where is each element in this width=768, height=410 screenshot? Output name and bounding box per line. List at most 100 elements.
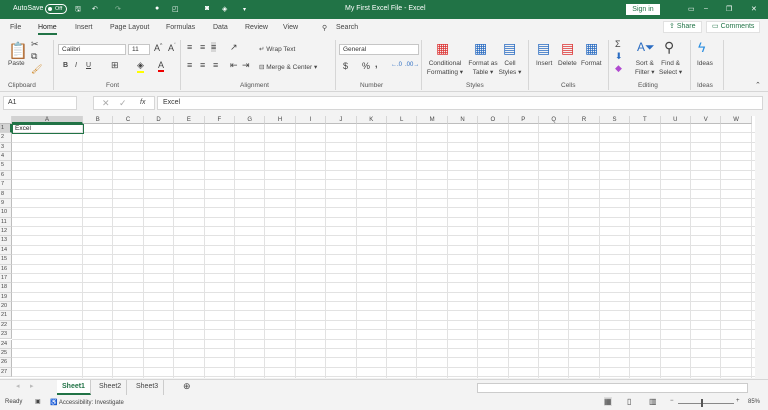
row-header-2[interactable]: 2 bbox=[0, 133, 12, 143]
align-top-icon[interactable]: ≡ bbox=[187, 42, 192, 52]
increase-indent-icon[interactable]: ⇥ bbox=[242, 60, 250, 71]
format-painter-icon[interactable]: 🖌 bbox=[31, 64, 42, 75]
copy-icon[interactable]: ⧉ bbox=[31, 51, 37, 62]
row-header-10[interactable]: 10 bbox=[0, 208, 12, 218]
row-header-25[interactable]: 25 bbox=[0, 348, 12, 359]
column-header-A[interactable]: A bbox=[12, 116, 83, 124]
number-format-select[interactable]: General bbox=[339, 44, 419, 55]
row-header-17[interactable]: 17 bbox=[0, 273, 12, 284]
column-header-F[interactable]: F bbox=[204, 116, 235, 124]
enter-icon[interactable]: ✓ bbox=[119, 98, 127, 109]
page-layout-view-icon[interactable]: ▯ bbox=[627, 397, 631, 406]
zoom-out-button[interactable]: − bbox=[670, 398, 674, 404]
column-header-E[interactable]: E bbox=[174, 116, 205, 124]
search-icon[interactable]: ⚲ bbox=[322, 24, 327, 32]
delete-cells-icon[interactable]: ▤ bbox=[561, 40, 574, 57]
name-box[interactable]: A1 bbox=[3, 96, 77, 110]
tab-data[interactable]: Data bbox=[213, 24, 228, 31]
column-header-B[interactable]: B bbox=[83, 116, 114, 124]
restore-icon[interactable]: ❐ bbox=[726, 5, 732, 13]
row-header-6[interactable]: 6 bbox=[0, 170, 12, 181]
shapes-icon[interactable]: ◰ bbox=[172, 5, 179, 13]
column-header-L[interactable]: L bbox=[387, 116, 418, 124]
row-header-19[interactable]: 19 bbox=[0, 292, 12, 303]
tab-review[interactable]: Review bbox=[245, 24, 268, 31]
fill-color-icon[interactable]: ◈ bbox=[137, 60, 144, 73]
decrease-font-icon[interactable]: Aˇ bbox=[168, 43, 176, 53]
row-header-4[interactable]: 4 bbox=[0, 152, 12, 162]
row-header-24[interactable]: 24 bbox=[0, 339, 12, 349]
customize-qat-icon[interactable]: ▾ bbox=[243, 6, 246, 13]
row-header-27[interactable]: 27 bbox=[0, 367, 12, 377]
page-break-view-icon[interactable]: ▥ bbox=[649, 397, 657, 406]
row-header-9[interactable]: 9 bbox=[0, 198, 12, 209]
record-icon[interactable]: ● bbox=[155, 5, 159, 12]
sign-in-button[interactable]: Sign in bbox=[626, 4, 660, 15]
percent-button[interactable]: % bbox=[362, 61, 370, 71]
column-header-G[interactable]: G bbox=[235, 116, 266, 124]
paste-button[interactable]: Paste bbox=[8, 59, 25, 68]
column-header-Q[interactable]: Q bbox=[539, 116, 570, 124]
column-header-D[interactable]: D bbox=[143, 116, 175, 124]
column-header-W[interactable]: W bbox=[721, 116, 752, 124]
fill-color-icon[interactable]: ◈ bbox=[222, 5, 227, 13]
column-header-V[interactable]: V bbox=[691, 116, 722, 124]
prev-sheet-icon[interactable]: ◂ bbox=[16, 382, 20, 390]
align-center-icon[interactable]: ≡ bbox=[200, 60, 205, 70]
zoom-slider-thumb[interactable] bbox=[701, 399, 703, 407]
redo-icon[interactable]: ↷ bbox=[115, 5, 121, 13]
italic-button[interactable]: I bbox=[75, 62, 77, 69]
column-header-K[interactable]: K bbox=[356, 116, 387, 124]
borders-icon[interactable]: ⊞ bbox=[111, 60, 119, 71]
zoom-level[interactable]: 85% bbox=[748, 399, 760, 405]
ideas-icon[interactable]: ϟ bbox=[698, 39, 705, 55]
insert-cells-button[interactable]: Insert bbox=[536, 59, 552, 68]
tab-insert[interactable]: Insert bbox=[75, 24, 93, 31]
column-header-S[interactable]: S bbox=[599, 116, 631, 124]
format-as-table-icon[interactable]: ▦ bbox=[474, 40, 487, 57]
decrease-indent-icon[interactable]: ⇤ bbox=[230, 60, 238, 71]
wrap-text-button[interactable]: ↵ Wrap Text bbox=[259, 45, 295, 54]
ribbon-display-icon[interactable]: ▭ bbox=[688, 5, 695, 13]
row-header-1[interactable]: 1 bbox=[0, 124, 12, 134]
add-sheet-icon[interactable]: ⊕ bbox=[183, 381, 191, 392]
row-header-18[interactable]: 18 bbox=[0, 283, 12, 293]
row-header-16[interactable]: 16 bbox=[0, 264, 12, 274]
bold-button[interactable]: B bbox=[63, 62, 68, 69]
zoom-slider[interactable] bbox=[678, 403, 734, 404]
row-header-21[interactable]: 21 bbox=[0, 311, 12, 321]
row-header-22[interactable]: 22 bbox=[0, 320, 12, 331]
sort-filter-button[interactable]: Sort & Filter ▾ bbox=[635, 59, 655, 77]
conditional-formatting-icon[interactable]: ▦ bbox=[436, 40, 449, 57]
row-header-12[interactable]: 12 bbox=[0, 227, 12, 237]
column-header-U[interactable]: U bbox=[660, 116, 691, 124]
tab-view[interactable]: View bbox=[283, 24, 298, 31]
align-middle-icon[interactable]: ≡ bbox=[200, 42, 205, 52]
paste-icon[interactable]: 📋 bbox=[8, 41, 28, 61]
save-icon[interactable]: 🖫 bbox=[75, 5, 81, 16]
column-header-M[interactable]: M bbox=[417, 116, 448, 124]
column-header-J[interactable]: J bbox=[326, 116, 357, 124]
column-header-I[interactable]: I bbox=[295, 116, 327, 124]
font-name-select[interactable]: Calibri bbox=[58, 44, 126, 55]
decrease-decimal-icon[interactable]: .00→ bbox=[405, 62, 419, 68]
cell-A1[interactable]: Excel bbox=[12, 124, 84, 135]
column-header-N[interactable]: N bbox=[447, 116, 479, 124]
select-all-button[interactable] bbox=[0, 116, 12, 124]
fill-icon[interactable]: ⬇ bbox=[615, 51, 623, 62]
row-header-8[interactable]: 8 bbox=[0, 189, 12, 199]
collapse-ribbon-icon[interactable]: ⌃ bbox=[755, 81, 761, 89]
row-header-5[interactable]: 5 bbox=[0, 161, 12, 171]
accessibility-status[interactable]: ♿ Accessibility: Investigate bbox=[50, 399, 124, 406]
worksheet-grid[interactable]: A B C D E F G H I J K L M N O P Q R S T U V W 1 2 3 4 5 6 7 8 9 10 11 12 13… bbox=[0, 116, 768, 378]
sheet-tab-sheet1[interactable]: Sheet1 bbox=[57, 380, 91, 395]
zoom-in-button[interactable]: + bbox=[736, 398, 740, 404]
font-color-icon[interactable]: A bbox=[158, 60, 165, 72]
format-cells-icon[interactable]: ▦ bbox=[585, 40, 598, 57]
formula-input[interactable]: Excel bbox=[157, 96, 763, 110]
cell-styles-button[interactable]: Cell Styles ▾ bbox=[498, 59, 522, 77]
insert-function-button[interactable]: fx bbox=[140, 99, 145, 106]
column-header-R[interactable]: R bbox=[569, 116, 600, 124]
tab-page-layout[interactable]: Page Layout bbox=[110, 24, 149, 31]
row-header-11[interactable]: 11 bbox=[0, 217, 12, 228]
